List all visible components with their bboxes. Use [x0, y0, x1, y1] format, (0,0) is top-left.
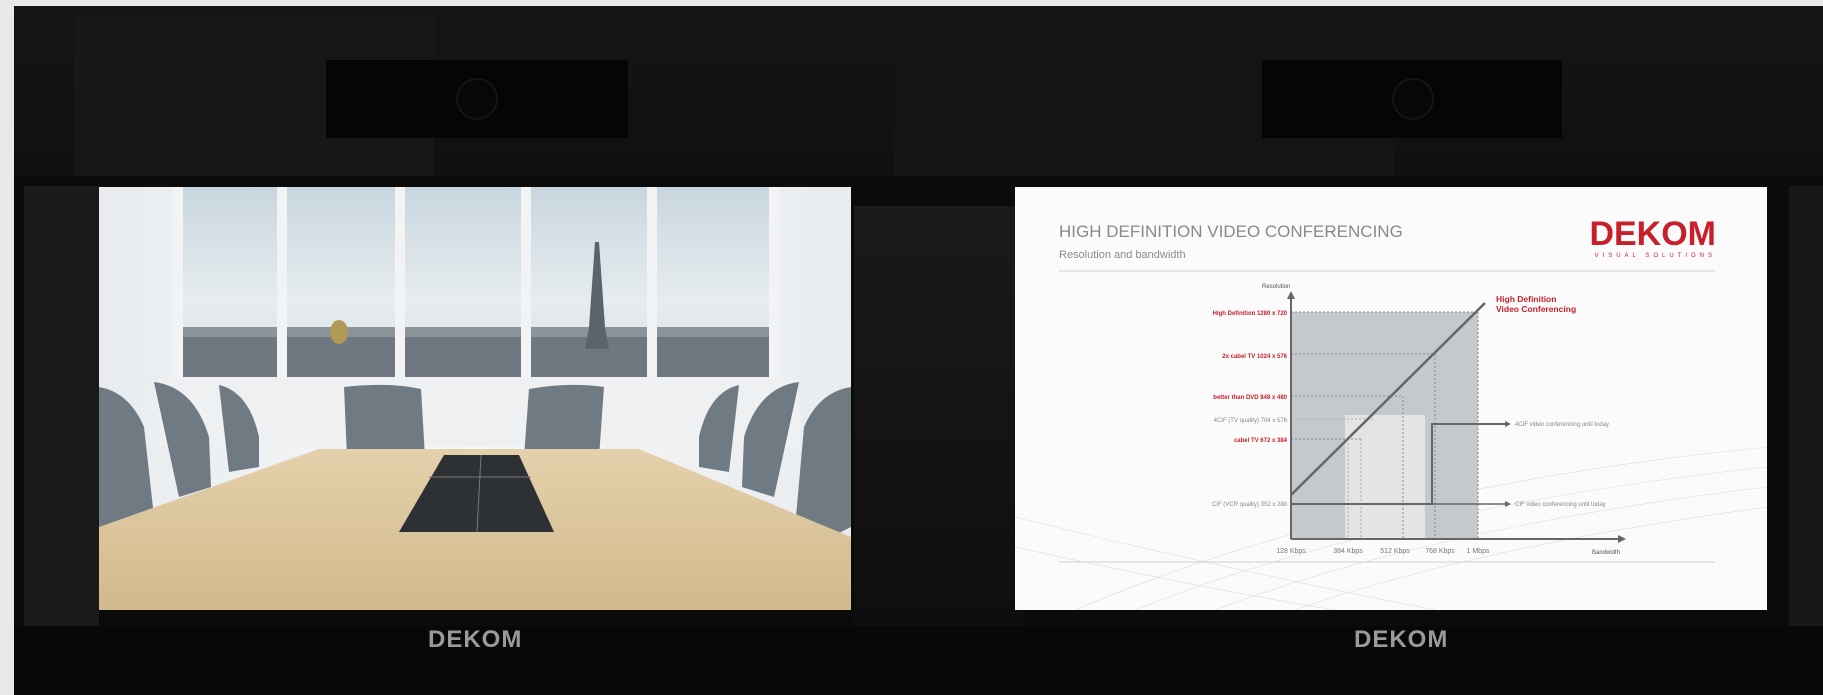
brand-label-right: DEKOM — [1354, 626, 1449, 653]
hd-annotation-line1: High Definition — [1496, 294, 1556, 304]
boardroom-illustration — [99, 187, 851, 610]
dekom-logo: DEKOM — [1589, 215, 1716, 253]
camera-lens-icon — [456, 78, 498, 120]
resolution-label-cif: CIF (VCR quality) 352 x 288 — [1212, 502, 1288, 508]
cif-region — [1345, 415, 1425, 539]
bandwidth-label-512: 512 Kbps — [1380, 548, 1410, 555]
dekom-logo-tagline: VISUAL SOLUTIONS — [1595, 253, 1716, 259]
slide-canvas: HIGH DEFINITION VIDEO CONFERENCING Resol… — [1015, 215, 1767, 610]
4cif-annotation: 4CIF video conferencing until today — [1515, 422, 1609, 428]
cif-annotation: CIF video conferencing until today — [1515, 502, 1606, 508]
slide-title: HIGH DEFINITION VIDEO CONFERENCING — [1059, 222, 1403, 241]
left-display-boardroom-image — [99, 187, 851, 610]
resolution-label-hd: High Definition 1280 x 720 — [1213, 311, 1288, 317]
hd-annotation-line2: Video Conferencing — [1496, 304, 1576, 314]
resolution-label-dvd: better than DVD 848 x 480 — [1213, 395, 1287, 401]
camera-lens-icon — [1392, 78, 1434, 120]
slide-subtitle: Resolution and bandwidth — [1059, 249, 1186, 261]
bandwidth-label-1mbps: 1 Mbps — [1467, 548, 1490, 555]
right-display-slide: HIGH DEFINITION VIDEO CONFERENCING Resol… — [1015, 187, 1767, 610]
resolution-label-cable-tv: cabel TV 672 x 384 — [1234, 438, 1288, 444]
resolution-label-4cif: 4CIF (TV quality) 704 x 576 — [1214, 418, 1288, 424]
x-axis-label: Bandwidth — [1592, 550, 1620, 556]
bandwidth-label-384: 384 Kbps — [1333, 548, 1363, 555]
bandwidth-label-768: 768 Kbps — [1425, 548, 1455, 555]
resolution-label-2x-cable: 2x cabel TV 1024 x 576 — [1222, 354, 1287, 360]
y-axis-label: Resolution — [1262, 284, 1290, 290]
bandwidth-label-128: 128 Kbps — [1276, 548, 1306, 555]
camera-right — [1262, 60, 1562, 138]
brand-label-left: DEKOM — [428, 626, 523, 653]
camera-left — [326, 60, 628, 138]
